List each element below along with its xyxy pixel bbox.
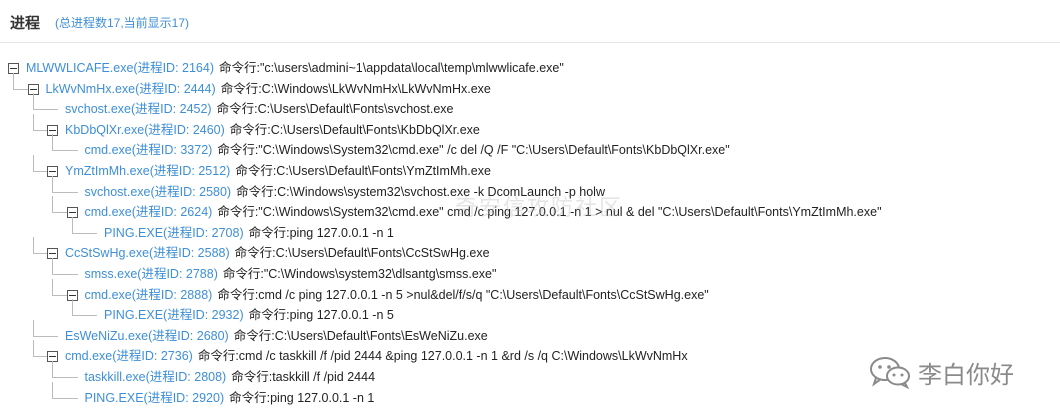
- process-name-link[interactable]: PING.EXE(进程ID: 2932): [104, 308, 244, 322]
- process-command-line: 命令行:C:\Windows\LkWvNmHx\LkWvNmHx.exe: [220, 81, 491, 96]
- process-entry: EsWeNiZu.exe(进程ID: 2680) 命令行:C:\Users\Def…: [65, 326, 488, 347]
- process-name-link[interactable]: CcStSwHg.exe(进程ID: 2588): [65, 246, 230, 260]
- process-entry: svchost.exe(进程ID: 2452) 命令行:C:\Users\Defa…: [65, 99, 453, 120]
- process-name-link[interactable]: PING.EXE(进程ID: 2708): [104, 226, 244, 240]
- tree-connector: [32, 113, 48, 131]
- process-entry: YmZtImMh.exe(进程ID: 2512) 命令行:C:\Users\Def…: [65, 161, 491, 182]
- tree-connector: [32, 340, 48, 358]
- process-entry: PING.EXE(进程ID: 2920) 命令行:ping 127.0.0.1 -…: [85, 388, 375, 409]
- process-name-link[interactable]: cmd.exe(进程ID: 2624): [85, 205, 213, 219]
- process-entry: PING.EXE(进程ID: 2932) 命令行:ping 127.0.0.1 -…: [104, 305, 394, 326]
- process-row: YmZtImMh.exe(进程ID: 2512) 命令行:C:\Users\Def…: [0, 154, 1060, 182]
- process-entry: CcStSwHg.exe(进程ID: 2588) 命令行:C:\Users\Def…: [65, 243, 490, 264]
- process-name-link[interactable]: LkWvNmHx.exe(进程ID: 2444): [46, 82, 216, 96]
- process-name-link[interactable]: PING.EXE(进程ID: 2920): [85, 391, 225, 405]
- process-command-line: 命令行:"C:\Windows\system32\dlsantg\smss.ex…: [222, 266, 497, 281]
- tree-connector: [32, 319, 58, 337]
- process-row: smss.exe(进程ID: 2788) 命令行:"C:\Windows\syst…: [0, 257, 1060, 285]
- tree-connector: [32, 154, 48, 172]
- process-name-link[interactable]: EsWeNiZu.exe(进程ID: 2680): [65, 329, 229, 343]
- process-command-line: 命令行:ping 127.0.0.1 -n 5: [248, 308, 394, 323]
- process-entry: smss.exe(进程ID: 2788) 命令行:"C:\Windows\syst…: [85, 264, 497, 285]
- process-row: KbDbQlXr.exe(进程ID: 2460) 命令行:C:\Users\Def…: [0, 113, 1060, 141]
- page-title: 进程: [10, 15, 41, 32]
- tree-connector: [52, 381, 78, 399]
- wechat-icon: [870, 357, 910, 389]
- process-tree-page: 进程 (总进程数17,当前显示17) MLWWLICAFE.exe(进程ID: …: [0, 0, 1060, 418]
- process-name-link[interactable]: MLWWLICAFE.exe(进程ID: 2164): [26, 61, 214, 75]
- process-command-line: 命令行:taskkill /f /pid 2444: [231, 369, 376, 384]
- process-name-link[interactable]: svchost.exe(进程ID: 2452): [65, 102, 212, 116]
- process-name-link[interactable]: KbDbQlXr.exe(进程ID: 2460): [65, 123, 225, 137]
- process-row: EsWeNiZu.exe(进程ID: 2680) 命令行:C:\Users\Def…: [0, 319, 1060, 347]
- process-entry: cmd.exe(进程ID: 3372) 命令行:"C:\Windows\Syste…: [85, 140, 730, 161]
- process-row: svchost.exe(进程ID: 2452) 命令行:C:\Users\Defa…: [0, 93, 1060, 120]
- tree-connector: [32, 93, 58, 111]
- process-entry: PING.EXE(进程ID: 2708) 命令行:ping 127.0.0.1 -…: [104, 223, 394, 244]
- tree-connector: [52, 134, 78, 152]
- tree-connector: [13, 72, 29, 90]
- process-entry: cmd.exe(进程ID: 2736) 命令行:cmd /c taskkill /…: [65, 346, 688, 367]
- process-row: PING.EXE(进程ID: 2708) 命令行:ping 127.0.0.1 -…: [0, 216, 1060, 244]
- process-command-line: 命令行:"c:\users\admini~1\appdata\local\tem…: [219, 61, 564, 75]
- panel-header: 进程 (总进程数17,当前显示17): [0, 0, 1060, 43]
- process-row: CcStSwHg.exe(进程ID: 2588) 命令行:C:\Users\Def…: [0, 237, 1060, 264]
- process-command-line: 命令行:"C:\Windows\System32\cmd.exe" /c del…: [217, 143, 730, 158]
- process-row: cmd.exe(进程ID: 3372) 命令行:"C:\Windows\Syste…: [0, 134, 1060, 161]
- process-name-link[interactable]: svchost.exe(进程ID: 2580): [85, 185, 232, 199]
- process-count: (总进程数17,当前显示17): [55, 16, 190, 30]
- process-command-line: 命令行:cmd /c ping 127.0.0.1 -n 5 >nul&del/…: [217, 287, 709, 302]
- tree-connector: [71, 299, 97, 317]
- process-row: cmd.exe(进程ID: 2624) 命令行:"C:\Windows\Syste…: [0, 196, 1060, 223]
- process-row: PING.EXE(进程ID: 2932) 命令行:ping 127.0.0.1 -…: [0, 299, 1060, 326]
- watermark-author: 李白你好: [918, 361, 1014, 389]
- process-name-link[interactable]: cmd.exe(进程ID: 3372): [85, 143, 213, 157]
- tree-connector: [52, 257, 78, 275]
- process-command-line: 命令行:C:\Users\Default\Fonts\svchost.exe: [216, 102, 454, 117]
- process-row: PING.EXE(进程ID: 2920) 命令行:ping 127.0.0.1 -…: [0, 381, 1060, 409]
- process-command-line: 命令行:C:\Users\Default\Fonts\CcStSwHg.exe: [234, 246, 490, 261]
- process-command-line: 命令行:ping 127.0.0.1 -n 1: [229, 390, 375, 405]
- watermark-logo: 李白你好: [868, 355, 1014, 389]
- tree-connector: [52, 175, 78, 193]
- process-entry: cmd.exe(进程ID: 2888) 命令行:cmd /c ping 127.0…: [85, 285, 709, 306]
- process-command-line: 命令行:cmd /c taskkill /f /pid 2444 &ping 1…: [197, 349, 688, 364]
- process-row: svchost.exe(进程ID: 2580) 命令行:C:\Windows\sy…: [0, 175, 1060, 203]
- tree-connector: [71, 216, 97, 234]
- process-command-line: 命令行:C:\Users\Default\Fonts\EsWeNiZu.exe: [233, 328, 488, 343]
- tree-connector: [32, 237, 48, 255]
- process-entry: svchost.exe(进程ID: 2580) 命令行:C:\Windows\sy…: [85, 182, 605, 203]
- process-command-line: 命令行:C:\Users\Default\Fonts\KbDbQlXr.exe: [229, 122, 480, 137]
- process-command-line: 命令行:C:\Users\Default\Fonts\YmZtImMh.exe: [235, 163, 491, 178]
- process-row: cmd.exe(进程ID: 2888) 命令行:cmd /c ping 127.0…: [0, 278, 1060, 306]
- process-name-link[interactable]: YmZtImMh.exe(进程ID: 2512): [65, 164, 230, 178]
- process-entry: LkWvNmHx.exe(进程ID: 2444) 命令行:C:\Windows\L…: [46, 79, 491, 100]
- process-name-link[interactable]: taskkill.exe(进程ID: 2808): [85, 370, 227, 384]
- process-command-line: 命令行:"C:\Windows\System32\cmd.exe" cmd /c…: [217, 205, 882, 220]
- process-name-link[interactable]: cmd.exe(进程ID: 2736): [65, 349, 193, 363]
- process-name-link[interactable]: cmd.exe(进程ID: 2888): [85, 288, 213, 302]
- process-name-link[interactable]: smss.exe(进程ID: 2788): [85, 267, 218, 281]
- tree-connector: [52, 278, 68, 296]
- process-entry: cmd.exe(进程ID: 2624) 命令行:"C:\Windows\Syste…: [85, 202, 882, 223]
- process-entry: taskkill.exe(进程ID: 2808) 命令行:taskkill /f …: [85, 367, 376, 388]
- process-row: MLWWLICAFE.exe(进程ID: 2164) 命令行:"c:\users\…: [0, 58, 1060, 79]
- process-row: LkWvNmHx.exe(进程ID: 2444) 命令行:C:\Windows\L…: [0, 72, 1060, 100]
- process-entry: KbDbQlXr.exe(进程ID: 2460) 命令行:C:\Users\Def…: [65, 120, 480, 141]
- process-command-line: 命令行:C:\Windows\system32\svchost.exe -k D…: [236, 184, 605, 199]
- tree-connector: [52, 360, 78, 378]
- tree-connector: [52, 196, 68, 214]
- process-command-line: 命令行:ping 127.0.0.1 -n 1: [248, 225, 394, 240]
- process-entry: MLWWLICAFE.exe(进程ID: 2164) 命令行:"c:\users\…: [26, 58, 564, 79]
